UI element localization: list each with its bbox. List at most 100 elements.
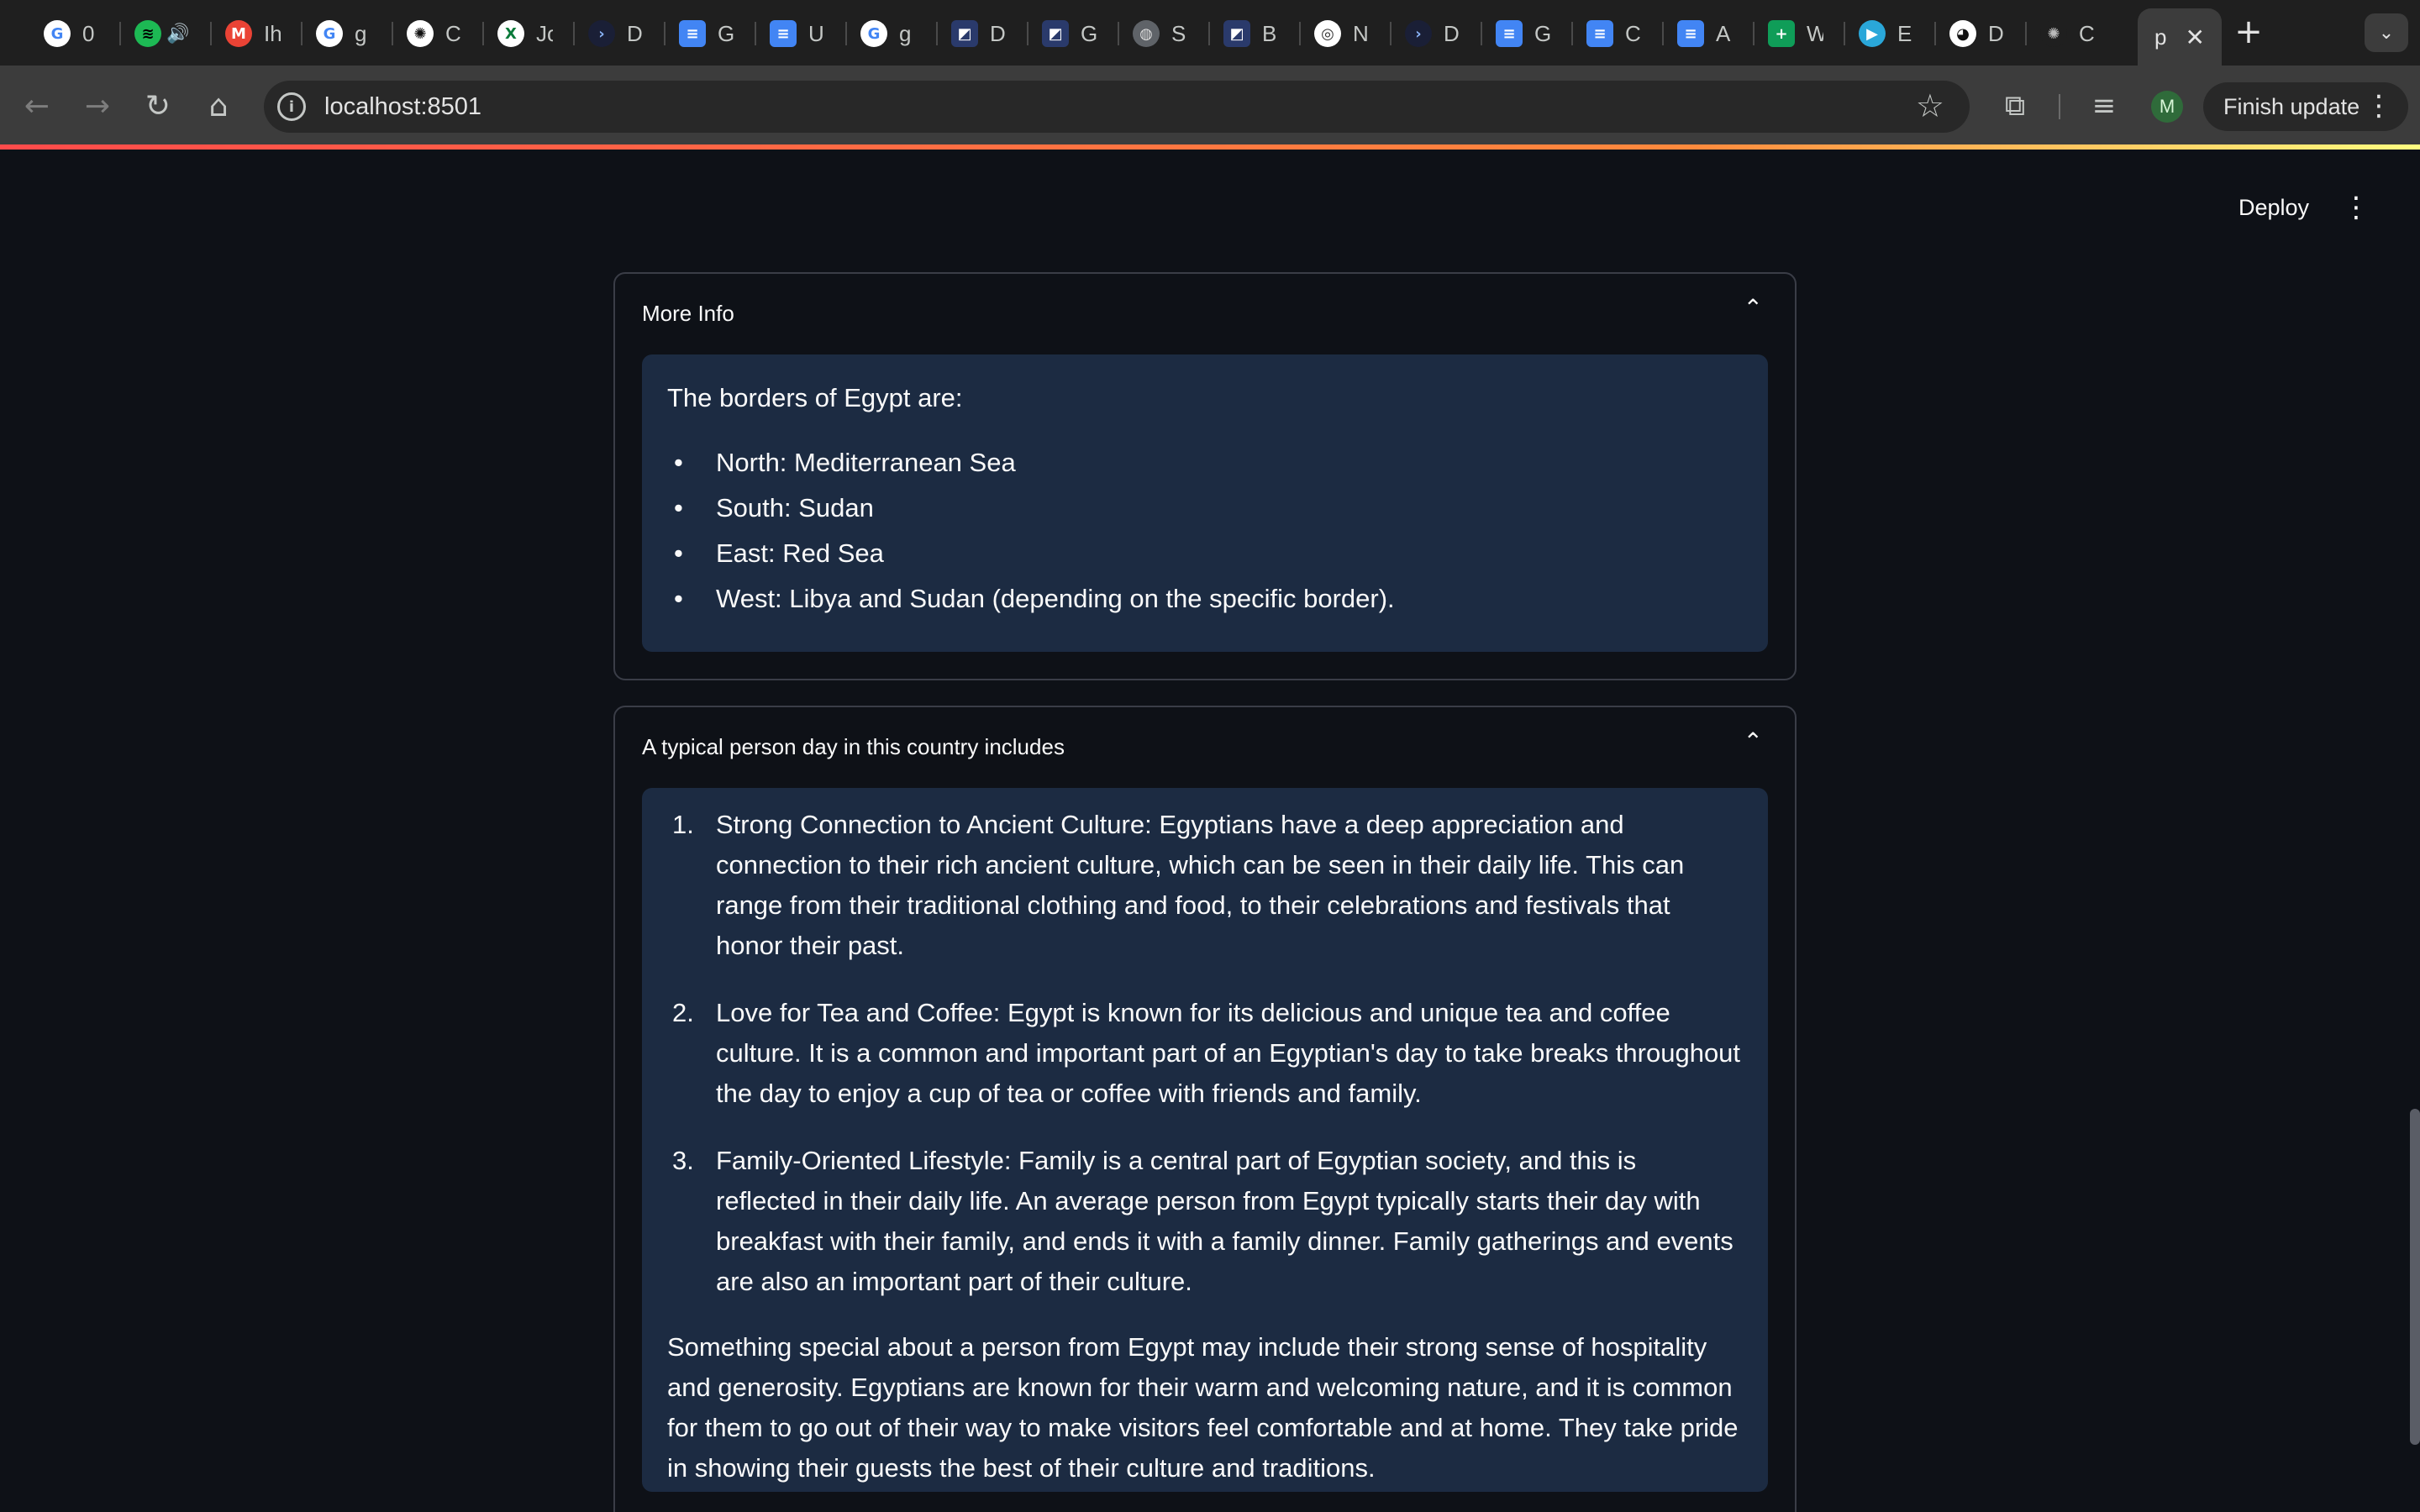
tab-title: C bbox=[1625, 20, 1641, 46]
list-number: 1. bbox=[672, 810, 694, 839]
new-tab-button[interactable]: + bbox=[2230, 13, 2267, 51]
browser-tab[interactable]: ◕ D bbox=[1949, 12, 2005, 55]
browser-tab[interactable]: ◎ N bbox=[1314, 12, 1370, 55]
url-text[interactable]: localhost:8501 bbox=[324, 93, 481, 121]
tab-title: W bbox=[1807, 20, 1823, 46]
browser-tab[interactable]: ≡ G bbox=[679, 12, 734, 55]
browser-tab[interactable]: ≡ A bbox=[1677, 12, 1733, 55]
extensions-icon[interactable]: ⧉ bbox=[1991, 82, 2039, 129]
browser-tab[interactable]: ◩ G bbox=[1042, 12, 1097, 55]
speaker-icon[interactable]: 🔊 bbox=[166, 24, 189, 45]
browser-tab[interactable]: M Ih bbox=[225, 12, 281, 55]
list-text: Strong Connection to Ancient Culture: Eg… bbox=[716, 810, 1685, 960]
tab-separator bbox=[2025, 22, 2027, 45]
tab-title: A bbox=[1716, 20, 1731, 46]
chrome-icon: ◎ bbox=[1314, 20, 1341, 47]
deploy-button[interactable]: Deploy bbox=[2222, 186, 2326, 228]
tab-title: 0 bbox=[82, 20, 95, 46]
google-icon: G bbox=[316, 20, 343, 47]
tab-title: S bbox=[1171, 20, 1186, 46]
browser-toolbar: ← → ↻ ⌂ i localhost:8501 ☆ ⧉ ≡ M Finish … bbox=[0, 66, 2420, 144]
tab-active[interactable]: p ✕ bbox=[2138, 8, 2222, 66]
google-icon: G bbox=[44, 20, 71, 47]
list-item: South: Sudan bbox=[667, 486, 1743, 531]
globe-icon: ◍ bbox=[1133, 20, 1160, 47]
tab-separator bbox=[1208, 22, 1210, 45]
browser-tab[interactable]: ✺ C bbox=[2040, 12, 2096, 55]
list-number: 2. bbox=[672, 998, 694, 1027]
browser-tab[interactable]: ◩ B bbox=[1223, 12, 1279, 55]
tab-separator bbox=[1934, 22, 1936, 45]
typical-day-list: 1. Strong Connection to Ancient Culture:… bbox=[667, 805, 1743, 1302]
tab-title: D bbox=[1444, 20, 1460, 46]
site-info-icon[interactable]: i bbox=[277, 92, 306, 121]
play-icon: ▶ bbox=[1859, 20, 1886, 47]
list-text: Love for Tea and Coffee: Egypt is known … bbox=[716, 998, 1741, 1108]
tab-title: C bbox=[445, 20, 461, 46]
browser-tab[interactable]: › D bbox=[588, 12, 644, 55]
page-scrollbar[interactable] bbox=[2410, 1109, 2420, 1445]
list-item: 1. Strong Connection to Ancient Culture:… bbox=[667, 805, 1743, 966]
media-control-icon[interactable]: ≡ bbox=[2081, 82, 2128, 129]
tab-separator bbox=[1662, 22, 1664, 45]
address-bar[interactable]: i localhost:8501 ☆ bbox=[264, 81, 1970, 133]
browser-tab[interactable]: › D bbox=[1405, 12, 1460, 55]
tab-separator bbox=[755, 22, 756, 45]
tab-title: g bbox=[355, 20, 367, 46]
bookmark-star-icon[interactable]: ☆ bbox=[1916, 87, 1944, 124]
docs-icon: ≡ bbox=[770, 20, 797, 47]
docs-icon: ≡ bbox=[679, 20, 706, 47]
tab-title: g bbox=[899, 20, 912, 46]
browser-tab[interactable]: ▶ E bbox=[1859, 12, 1914, 55]
expander-title[interactable]: More Info bbox=[642, 301, 734, 327]
tab-title: Ih bbox=[264, 20, 281, 46]
tab-separator bbox=[936, 22, 938, 45]
browser-tab[interactable]: Gg bbox=[316, 12, 371, 55]
browser-tab[interactable]: ≡ G bbox=[1496, 12, 1551, 55]
finish-update-button[interactable]: Finish update ⋮ bbox=[2203, 82, 2408, 131]
tab-title: G bbox=[1081, 20, 1097, 46]
app-icon: ◩ bbox=[951, 20, 978, 47]
terminal-icon: › bbox=[588, 20, 615, 47]
browser-tab[interactable]: ≡ C bbox=[1586, 12, 1642, 55]
browser-tab[interactable]: ◍ S bbox=[1133, 12, 1188, 55]
tab-search-button[interactable]: ⌄ bbox=[2365, 13, 2408, 52]
tab-title: E bbox=[1897, 20, 1912, 46]
app-status-bar bbox=[0, 144, 2420, 150]
list-item: 3. Family-Oriented Lifestyle: Family is … bbox=[667, 1141, 1743, 1302]
chevron-up-icon[interactable]: ⌃ bbox=[1744, 294, 1763, 322]
tab-title: U bbox=[808, 20, 824, 46]
reload-icon[interactable]: ↻ bbox=[134, 82, 182, 129]
tab-separator bbox=[1027, 22, 1028, 45]
tab-separator bbox=[664, 22, 666, 45]
browser-tab[interactable]: X Jo bbox=[497, 12, 553, 55]
browser-tab[interactable]: ≋ 🔊 bbox=[134, 12, 189, 55]
browser-tab[interactable]: G0 bbox=[44, 12, 99, 55]
browser-tab[interactable]: + W bbox=[1768, 12, 1823, 55]
chatgpt-icon: ✺ bbox=[407, 20, 434, 47]
browser-tab[interactable]: ✺ C bbox=[407, 12, 462, 55]
list-number: 3. bbox=[672, 1146, 694, 1175]
tab-title: p bbox=[2154, 24, 2167, 50]
browser-tab[interactable]: ≡ U bbox=[770, 12, 825, 55]
back-icon[interactable]: ← bbox=[13, 82, 60, 129]
browser-menu-icon[interactable]: ⋮ bbox=[2365, 89, 2393, 123]
tab-separator bbox=[1753, 22, 1754, 45]
tab-title: D bbox=[1988, 20, 2004, 46]
browser-tab[interactable]: ◩ D bbox=[951, 12, 1007, 55]
expander-title[interactable]: A typical person day in this country inc… bbox=[642, 734, 1065, 760]
home-icon[interactable]: ⌂ bbox=[195, 82, 242, 129]
borders-intro: The borders of Egypt are: bbox=[667, 383, 963, 412]
close-icon[interactable]: ✕ bbox=[2185, 24, 2204, 51]
list-item: 2. Love for Tea and Coffee: Egypt is kno… bbox=[667, 993, 1743, 1114]
app-menu-icon[interactable]: ⋮ bbox=[2341, 186, 2371, 228]
tab-separator bbox=[1571, 22, 1573, 45]
tab-title: G bbox=[1534, 20, 1551, 46]
list-item: North: Mediterranean Sea bbox=[667, 440, 1743, 486]
chevron-up-icon[interactable]: ⌃ bbox=[1744, 727, 1763, 755]
sheets-icon: + bbox=[1768, 20, 1795, 47]
forward-icon[interactable]: → bbox=[74, 82, 121, 129]
browser-tab[interactable]: Gg bbox=[860, 12, 916, 55]
profile-avatar[interactable]: M bbox=[2151, 91, 2183, 123]
tab-separator bbox=[1844, 22, 1845, 45]
